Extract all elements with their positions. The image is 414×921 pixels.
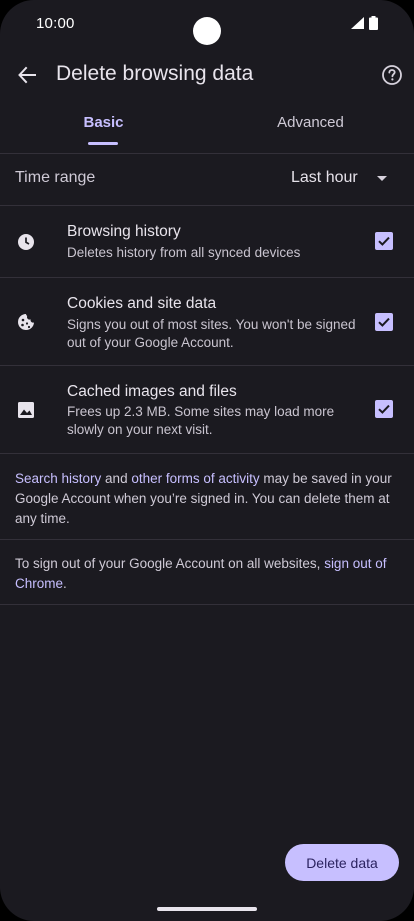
info-text: and bbox=[101, 471, 132, 486]
check-icon bbox=[378, 404, 390, 414]
time-range-label: Time range bbox=[15, 169, 96, 186]
cookie-icon bbox=[16, 312, 36, 332]
app-bar: Delete browsing data bbox=[0, 52, 414, 98]
tab-bar: Basic Advanced bbox=[0, 108, 414, 154]
clock-icon bbox=[16, 232, 36, 252]
tab-advanced[interactable]: Advanced bbox=[207, 108, 414, 154]
divider bbox=[0, 153, 414, 154]
option-description: Frees up 2.3 MB. Some sites may load mor… bbox=[67, 404, 335, 437]
time-range-dropdown[interactable]: Last hour bbox=[282, 162, 400, 196]
cookies-checkbox[interactable] bbox=[375, 313, 393, 331]
divider bbox=[0, 453, 414, 454]
search-history-link[interactable]: Search history bbox=[15, 471, 101, 486]
check-icon bbox=[378, 236, 390, 246]
time-range-value: Last hour bbox=[291, 169, 358, 186]
tab-advanced-label: Advanced bbox=[277, 114, 344, 131]
cached-images-checkbox[interactable] bbox=[375, 400, 393, 418]
delete-data-label: Delete data bbox=[306, 854, 378, 871]
option-title: Browsing history bbox=[67, 223, 181, 240]
option-cached-images[interactable]: Cached images and files Frees up 2.3 MB.… bbox=[0, 366, 414, 453]
page-title: Delete browsing data bbox=[56, 62, 254, 85]
signout-text: To sign out of your Google Account on al… bbox=[15, 556, 325, 571]
signal-icon bbox=[351, 17, 364, 29]
back-button[interactable] bbox=[12, 60, 42, 90]
activity-info-text: Search history and other forms of activi… bbox=[15, 469, 400, 529]
help-button[interactable] bbox=[380, 63, 404, 87]
image-icon bbox=[16, 400, 36, 420]
divider bbox=[0, 539, 414, 540]
option-description: Signs you out of most sites. You won't b… bbox=[67, 317, 356, 350]
help-icon bbox=[382, 65, 402, 85]
other-activity-link[interactable]: other forms of activity bbox=[131, 471, 259, 486]
status-time: 10:00 bbox=[36, 15, 75, 32]
time-range-row: Time range Last hour bbox=[0, 156, 414, 202]
check-icon bbox=[378, 317, 390, 327]
status-bar: 10:00 bbox=[0, 0, 414, 48]
option-browsing-history[interactable]: Browsing history Deletes history from al… bbox=[0, 206, 414, 277]
tab-basic[interactable]: Basic bbox=[0, 108, 207, 154]
option-cookies[interactable]: Cookies and site data Signs you out of m… bbox=[0, 278, 414, 365]
delete-data-button[interactable]: Delete data bbox=[285, 844, 399, 881]
battery-icon bbox=[369, 16, 378, 30]
phone-screen: 10:00 Delete browsing data Basic Advance… bbox=[0, 0, 414, 921]
home-indicator[interactable] bbox=[157, 907, 257, 911]
dropdown-arrow-icon bbox=[377, 176, 387, 181]
arrow-back-icon bbox=[18, 66, 36, 84]
camera-cutout bbox=[193, 17, 221, 45]
tab-basic-label: Basic bbox=[83, 114, 124, 131]
divider bbox=[0, 604, 414, 605]
option-title: Cached images and files bbox=[67, 383, 237, 400]
option-title: Cookies and site data bbox=[67, 295, 217, 312]
signout-end: . bbox=[63, 576, 67, 591]
option-description: Deletes history from all synced devices bbox=[67, 245, 301, 260]
signout-info-text: To sign out of your Google Account on al… bbox=[15, 554, 400, 594]
browsing-history-checkbox[interactable] bbox=[375, 232, 393, 250]
tab-indicator bbox=[88, 142, 118, 145]
